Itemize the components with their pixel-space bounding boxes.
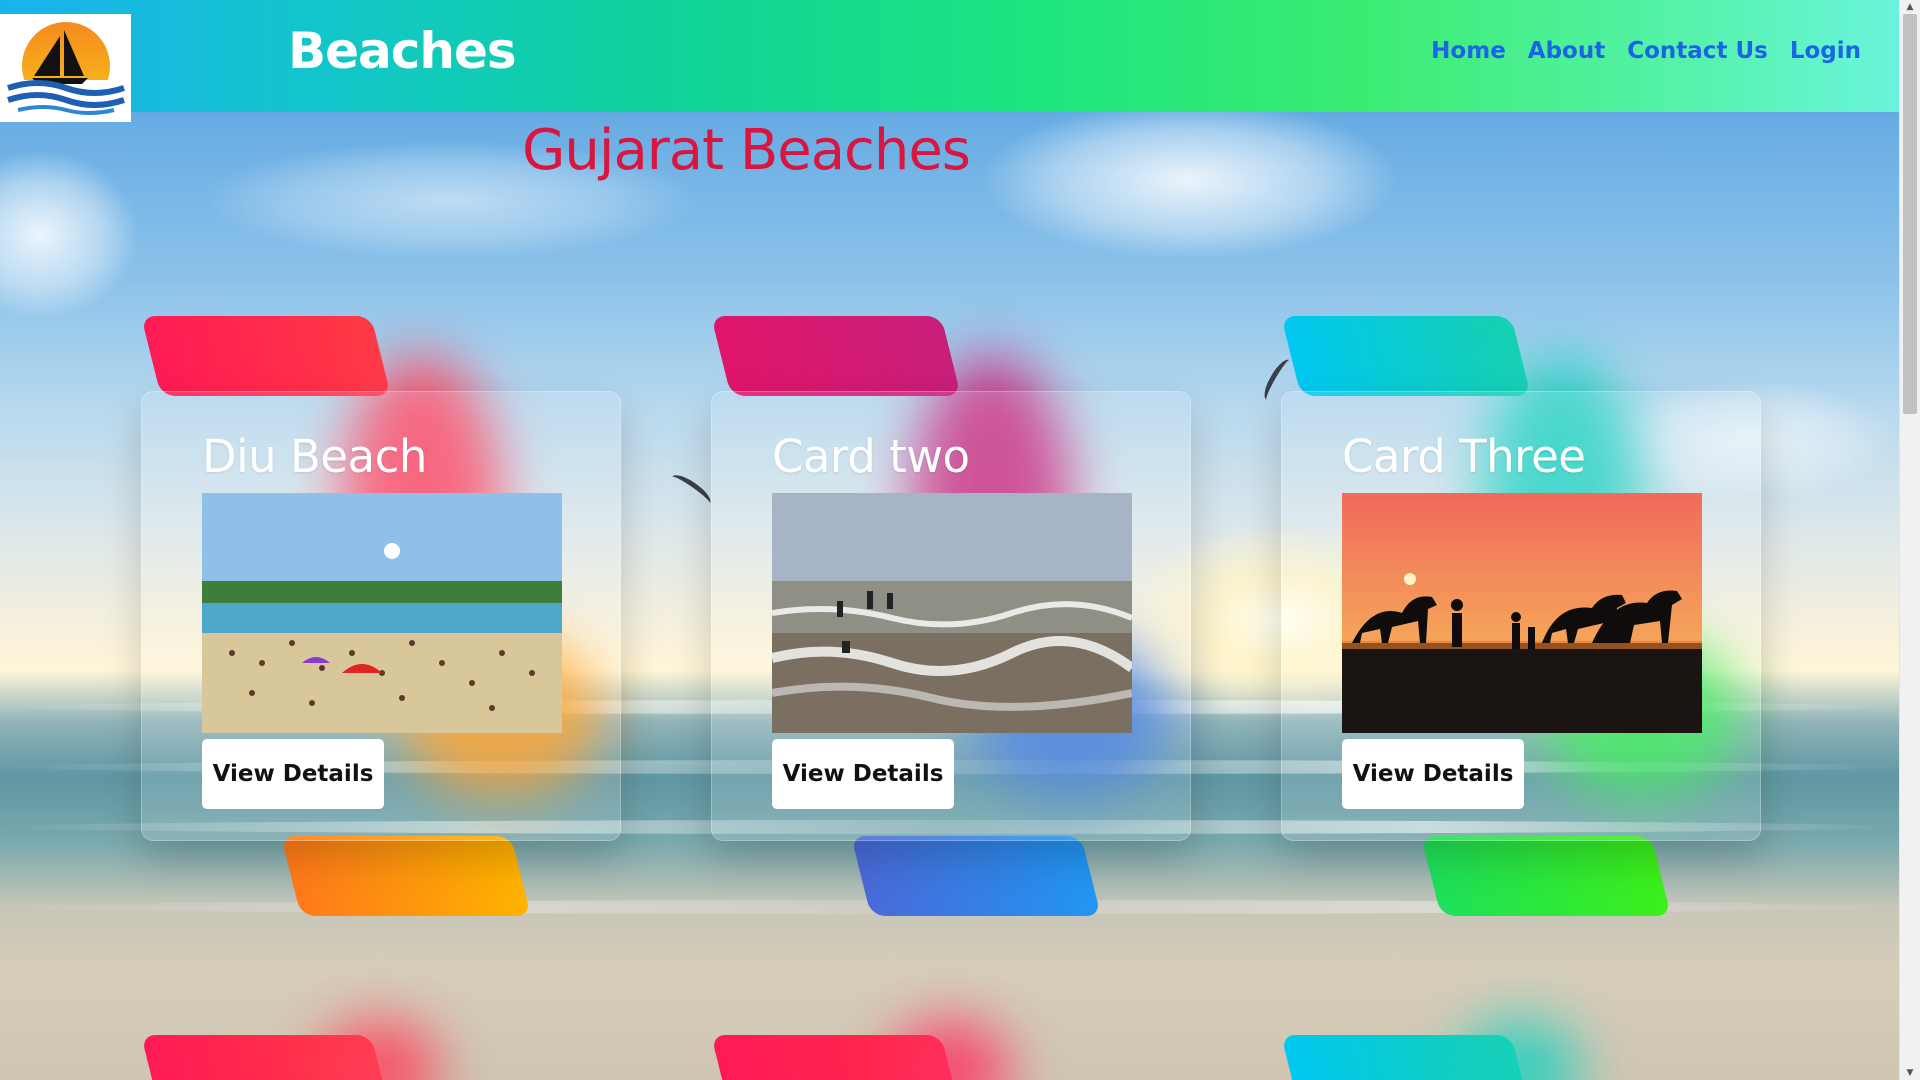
card: Card Three View Details [1281, 391, 1761, 841]
seagull-icon [667, 470, 715, 510]
card-accent-top [141, 316, 391, 396]
nav-about[interactable]: About [1528, 38, 1605, 64]
waves-beach-photo [772, 493, 1132, 733]
sailboat-sunset-logo-icon [3, 22, 128, 120]
logo[interactable] [0, 14, 131, 122]
navbar: Beaches Home About Contact Us Login [0, 0, 1899, 122]
card-title: Card two [772, 430, 970, 483]
page-title: Gujarat Beaches [522, 118, 971, 183]
scrollbar[interactable]: ▲ ▼ [1899, 0, 1920, 1080]
view-details-button[interactable]: View Details [1342, 739, 1524, 809]
main-nav: Home About Contact Us Login [1431, 38, 1861, 64]
card: Card two View Details [711, 391, 1191, 841]
card-accent-bottom [1421, 836, 1671, 916]
view-details-button[interactable]: View Details [772, 739, 954, 809]
nav-contact-us[interactable]: Contact Us [1627, 38, 1768, 64]
card-two: Card two View Details [711, 316, 1191, 916]
cloud [980, 100, 1400, 260]
brand-title: Beaches [288, 22, 517, 80]
card-three: Card Three View Details [1281, 316, 1761, 916]
cloud [0, 150, 140, 320]
crowded-beach-photo [202, 493, 562, 733]
card-accent-bottom [281, 836, 531, 916]
card: Diu Beach View Details [141, 391, 621, 841]
nav-home[interactable]: Home [1431, 38, 1506, 64]
view-details-button[interactable]: View Details [202, 739, 384, 809]
card-title: Card Three [1342, 430, 1586, 483]
card-accent-top [711, 316, 961, 396]
card-accent-top [1281, 316, 1531, 396]
scroll-down-arrow-icon[interactable]: ▼ [1900, 1066, 1920, 1080]
card-accent-bottom [851, 836, 1101, 916]
scroll-up-arrow-icon[interactable]: ▲ [1900, 0, 1920, 14]
card-diu-beach: Diu Beach View Details [141, 316, 621, 916]
card-title: Diu Beach [202, 430, 427, 483]
camels-sunset-photo [1342, 493, 1702, 733]
nav-login[interactable]: Login [1790, 38, 1861, 64]
scroll-thumb[interactable] [1903, 14, 1917, 414]
